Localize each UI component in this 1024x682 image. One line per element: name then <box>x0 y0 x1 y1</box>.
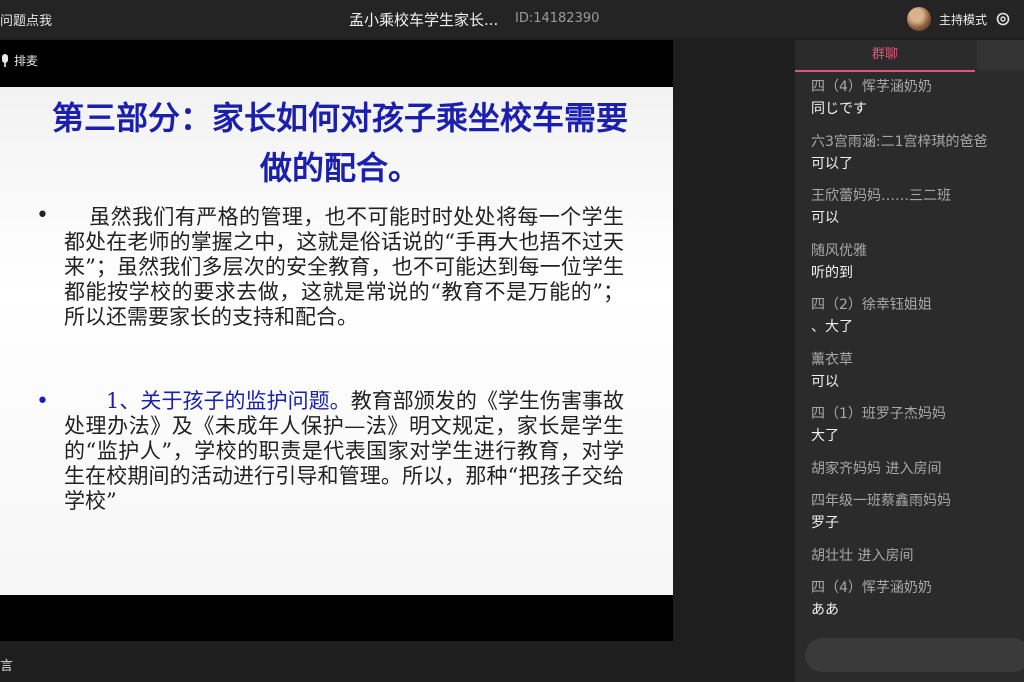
tab-group-chat[interactable]: 群聊 <box>795 40 975 72</box>
avatar[interactable] <box>907 7 931 31</box>
settings-icon[interactable] <box>995 11 1011 27</box>
chat-sender-name[interactable]: 王欣蕾妈妈……三二班 <box>811 185 1021 207</box>
presentation-slide: 第三部分：家长如何对孩子乘坐校车需要做的配合。 • 虽然我们有严格的管理，也不可… <box>0 87 673 595</box>
chat-system-message: 胡壮壮 进入房间 <box>811 547 914 564</box>
chat-sender-name[interactable]: 四（4）恽芓涵奶奶 <box>811 577 1021 599</box>
chat-sidebar: 群聊 四（4）恽芓涵奶奶 同じです 六3宫雨涵:二1宫梓琪的爸爸 可以了 王欣蕾妈妈……… <box>795 40 1024 682</box>
chat-sender-name[interactable]: 四（4）恽芓涵奶奶 <box>811 76 1021 98</box>
speak-label[interactable]: 言 <box>0 655 13 674</box>
chat-message: 六3宫雨涵:二1宫梓琪的爸爸可以了 <box>811 131 1021 186</box>
top-bar: 问题点我 孟小乘校车学生家长... ID:14182390 主持模式 <box>0 0 1024 38</box>
bottom-bar <box>0 641 795 682</box>
chat-sender-name[interactable]: 四（2）徐幸钰姐姐 <box>811 294 1021 316</box>
slide-highlight: 1、关于孩子的监护问题。 <box>106 389 351 413</box>
tab-other[interactable] <box>977 40 1024 70</box>
mic-queue-label[interactable]: 排麦 <box>14 52 38 69</box>
chat-message: 四（1）班罗子杰妈妈大了 <box>811 403 1021 458</box>
chat-message: 四（4）恽芓涵奶奶同じです <box>811 76 1021 131</box>
host-mode-label[interactable]: 主持模式 <box>939 11 987 28</box>
mic-queue[interactable]: 排麦 <box>0 52 38 69</box>
question-link[interactable]: 问题点我 <box>0 10 52 29</box>
chat-sender-name[interactable]: 四（1）班罗子杰妈妈 <box>811 403 1021 425</box>
bullet-dot: • <box>36 389 49 414</box>
chat-message-text: 大了 <box>811 428 839 444</box>
chat-message: 王欣蕾妈妈……三二班可以 <box>811 185 1021 240</box>
mic-icon <box>2 53 8 67</box>
chat-message: 四年级一班蔡鑫雨妈妈罗子 <box>811 490 1021 545</box>
chat-message: 随风优雅 听的到 <box>811 240 1021 295</box>
room-id: ID:14182390 <box>515 11 600 26</box>
chat-message-text: 可以 <box>811 373 839 390</box>
chat-sender-name[interactable]: 六3宫雨涵:二1宫梓琪的爸爸 <box>811 131 1021 153</box>
slide-paragraph-2: 1、关于孩子的监护问题。教育部颁发的《学生伤害事故处理办法》及《未成年人保护—法… <box>64 389 624 514</box>
chat-message-text: 罗子 <box>811 515 839 531</box>
chat-sender-name[interactable]: 四年级一班蔡鑫雨妈妈 <box>811 490 1021 512</box>
chat-sender-name[interactable]: 薰衣草 <box>811 349 1021 371</box>
chat-message: 四（4）恽芓涵奶奶ああ <box>811 577 1021 632</box>
chat-message-text: ああ <box>811 602 839 618</box>
chat-message: 薰衣草 可以 <box>811 349 1021 404</box>
chat-message: 四（2）徐幸钰姐姐、大了 <box>811 294 1021 349</box>
room-title: 孟小乘校车学生家长... <box>349 11 499 29</box>
slide-paragraph-1: 虽然我们有严格的管理，也不可能时时处处将每一个学生都处在老师的掌握之中，这就是俗… <box>64 205 624 329</box>
host-mode-area[interactable]: 主持模式 <box>907 6 1011 32</box>
chat-sender-name[interactable]: 随风优雅 <box>811 240 1021 262</box>
chat-input[interactable] <box>805 638 1024 672</box>
bullet-dot: • <box>36 203 49 228</box>
chat-message-text: 可以了 <box>811 155 853 172</box>
chat-message-text: 、大了 <box>811 319 853 335</box>
chat-message-text: 可以 <box>811 210 839 226</box>
chat-message-text: 同じです <box>811 101 867 117</box>
slide-title: 第三部分：家长如何对孩子乘坐校车需要做的配合。 <box>51 99 628 187</box>
chat-message-text: 听的到 <box>811 264 853 281</box>
chat-message-list[interactable]: 四（4）恽芓涵奶奶 同じです 六3宫雨涵:二1宫梓琪的爸爸 可以了 王欣蕾妈妈……三二班… <box>811 76 1021 632</box>
chat-system-message: 胡家齐妈妈 进入房间 <box>811 460 942 477</box>
